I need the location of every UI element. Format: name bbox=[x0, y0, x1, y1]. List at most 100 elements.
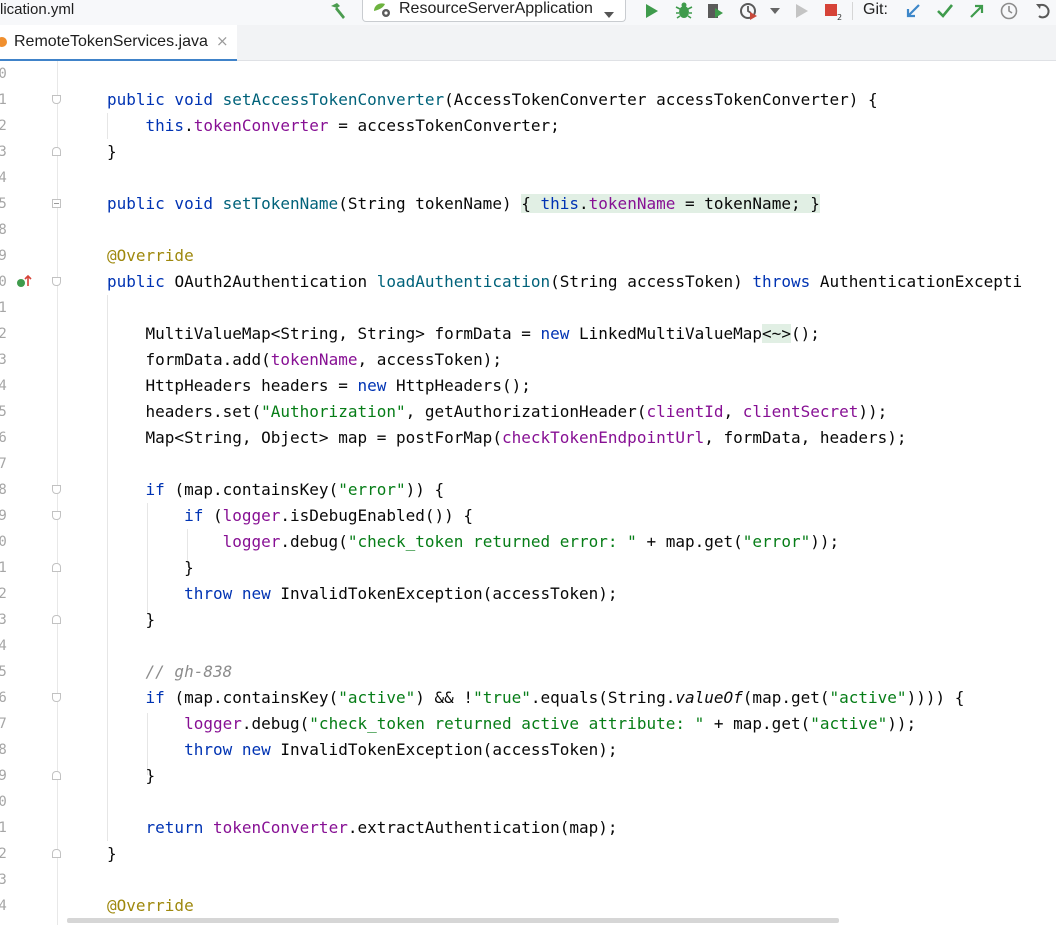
git-history-icon[interactable] bbox=[998, 1, 1020, 21]
code-line: 23 bbox=[0, 867, 1056, 893]
line-number: 91 bbox=[0, 92, 7, 108]
code-line: 15 // gh-838 bbox=[0, 659, 1056, 685]
code-editor[interactable]: 90 91 public void setAccessTokenConverte… bbox=[0, 61, 1056, 925]
line-number: 17 bbox=[0, 716, 7, 732]
code-line: 10 logger.debug("check_token returned er… bbox=[0, 529, 1056, 555]
code-line: 05 headers.set("Authorization", getAutho… bbox=[0, 399, 1056, 425]
code-text: headers.set("Authorization", getAuthoriz… bbox=[107, 402, 888, 421]
code-line: 11 } bbox=[0, 555, 1056, 581]
run-configuration-selector[interactable]: ResourceServerApplication bbox=[362, 0, 626, 22]
code-text: if (map.containsKey("error")) { bbox=[145, 480, 445, 499]
code-line: 04 HttpHeaders headers = new HttpHeaders… bbox=[0, 373, 1056, 399]
code-line: 13 } bbox=[0, 607, 1056, 633]
file-breadcrumb[interactable]: lication.yml bbox=[0, 0, 74, 22]
git-update-icon[interactable] bbox=[902, 1, 924, 21]
fold-marker-icon[interactable] bbox=[52, 95, 61, 104]
tab-remote-token-services[interactable]: RemoteTokenServices.java × bbox=[0, 25, 237, 62]
line-number: 23 bbox=[0, 872, 7, 888]
git-label: Git: bbox=[863, 1, 888, 18]
line-number: 95 bbox=[0, 196, 7, 212]
debug-icon[interactable] bbox=[673, 1, 695, 21]
git-commit-icon[interactable] bbox=[934, 1, 956, 21]
run-disabled-icon[interactable] bbox=[790, 1, 812, 21]
fold-end-icon[interactable] bbox=[52, 771, 61, 780]
git-push-icon[interactable] bbox=[966, 1, 988, 21]
fold-marker-icon[interactable] bbox=[52, 693, 61, 702]
code-comment: // gh-838 bbox=[107, 662, 233, 681]
code-text: if (logger.isDebugEnabled()) { bbox=[184, 506, 474, 525]
main-toolbar: lication.yml ResourceServerApplication 2… bbox=[0, 0, 1056, 25]
code-text: throw new InvalidTokenException(accessTo… bbox=[184, 740, 618, 759]
code-text: } bbox=[107, 844, 117, 863]
code-line: 21 return tokenConverter.extractAuthenti… bbox=[0, 815, 1056, 841]
line-number: 16 bbox=[0, 690, 7, 706]
profiler-icon[interactable] bbox=[738, 1, 760, 21]
fold-end-icon[interactable] bbox=[52, 563, 61, 572]
line-number: 00 bbox=[0, 274, 7, 290]
code-line: 22 } bbox=[0, 841, 1056, 867]
line-number: 19 bbox=[0, 768, 7, 784]
line-number: 14 bbox=[0, 638, 7, 654]
code-line: 07 bbox=[0, 451, 1056, 477]
code-line: 02 MultiValueMap<String, String> formDat… bbox=[0, 321, 1056, 347]
code-text: public void setAccessTokenConverter(Acce… bbox=[107, 90, 878, 109]
git-rollback-icon[interactable] bbox=[1032, 1, 1054, 21]
code-line: 16 if (map.containsKey("active") && !"tr… bbox=[0, 685, 1056, 711]
hammer-icon[interactable] bbox=[327, 1, 349, 21]
fold-end-icon[interactable] bbox=[52, 147, 61, 156]
line-number: 12 bbox=[0, 586, 7, 602]
run-icon[interactable] bbox=[640, 1, 662, 21]
line-number: 98 bbox=[0, 222, 7, 238]
fold-expand-icon[interactable] bbox=[52, 199, 61, 208]
code-line: 18 throw new InvalidTokenException(acces… bbox=[0, 737, 1056, 763]
line-number: 18 bbox=[0, 742, 7, 758]
fold-marker-icon[interactable] bbox=[52, 277, 61, 286]
code-text: logger.debug("check_token returned activ… bbox=[184, 714, 917, 733]
line-number: 21 bbox=[0, 820, 7, 836]
line-number: 20 bbox=[0, 794, 7, 810]
line-number: 93 bbox=[0, 144, 7, 160]
line-number: 08 bbox=[0, 482, 7, 498]
code-text: public OAuth2Authentication loadAuthenti… bbox=[107, 272, 1023, 291]
code-text: } bbox=[107, 610, 156, 629]
line-number: 13 bbox=[0, 612, 7, 628]
code-line: 01 bbox=[0, 295, 1056, 321]
line-number: 06 bbox=[0, 430, 7, 446]
run-config-label: ResourceServerApplication bbox=[399, 0, 593, 17]
coverage-icon[interactable] bbox=[704, 1, 726, 21]
code-text: public void setTokenName(String tokenNam… bbox=[107, 194, 820, 213]
line-number: 11 bbox=[0, 560, 7, 576]
code-text: @Override bbox=[107, 246, 194, 265]
tab-label: RemoteTokenServices.java bbox=[14, 33, 208, 50]
line-number: 05 bbox=[0, 404, 7, 420]
stop-icon[interactable]: 2 bbox=[821, 1, 843, 21]
fold-marker-icon[interactable] bbox=[52, 511, 61, 520]
code-text: formData.add(tokenName, accessToken); bbox=[107, 350, 502, 369]
override-marker-icon[interactable] bbox=[16, 274, 32, 294]
horizontal-scrollbar[interactable] bbox=[67, 918, 839, 923]
fold-end-icon[interactable] bbox=[52, 849, 61, 858]
code-line: 93 } bbox=[0, 139, 1056, 165]
code-line: 00 public OAuth2Authentication loadAuthe… bbox=[0, 269, 1056, 295]
line-number: 99 bbox=[0, 248, 7, 264]
fold-end-icon[interactable] bbox=[52, 615, 61, 624]
java-class-icon bbox=[0, 37, 7, 47]
code-line: 98 bbox=[0, 217, 1056, 243]
code-line: 24 @Override bbox=[0, 893, 1056, 919]
line-number: 09 bbox=[0, 508, 7, 524]
code-line: 06 Map<String, Object> map = postForMap(… bbox=[0, 425, 1056, 451]
line-number: 15 bbox=[0, 664, 7, 680]
code-text: } bbox=[107, 766, 156, 785]
code-line: 12 throw new InvalidTokenException(acces… bbox=[0, 581, 1056, 607]
more-run-dropdown-icon[interactable] bbox=[764, 1, 786, 21]
svg-text:2: 2 bbox=[837, 13, 842, 21]
code-text: } bbox=[107, 142, 117, 161]
line-number: 04 bbox=[0, 378, 7, 394]
code-text: HttpHeaders headers = new HttpHeaders(); bbox=[107, 376, 531, 395]
fold-marker-icon[interactable] bbox=[52, 485, 61, 494]
line-number: 92 bbox=[0, 118, 7, 134]
code-text: return tokenConverter.extractAuthenticat… bbox=[145, 818, 618, 837]
close-tab-icon[interactable]: × bbox=[216, 32, 229, 50]
code-text: this.tokenConverter = accessTokenConvert… bbox=[145, 116, 560, 135]
code-text: MultiValueMap<String, String> formData =… bbox=[107, 324, 820, 343]
